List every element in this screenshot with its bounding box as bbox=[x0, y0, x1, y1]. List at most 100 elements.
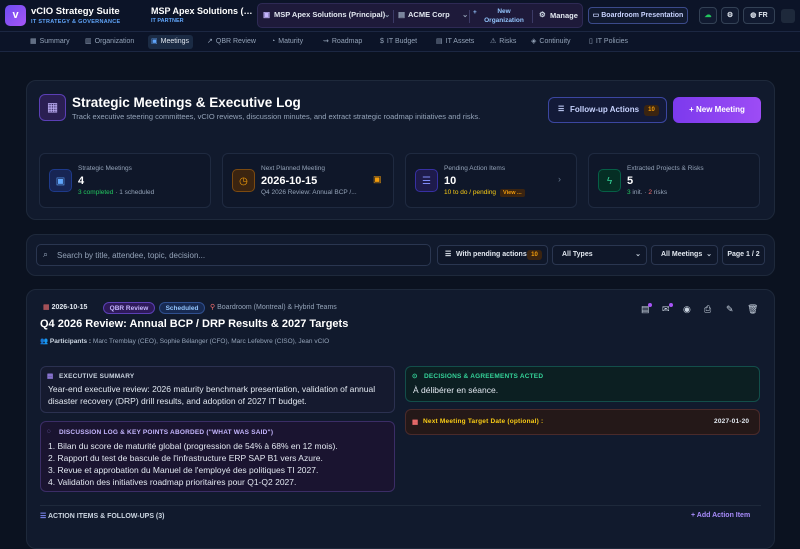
next-meeting-date: 2027-01-20 bbox=[714, 418, 750, 425]
tab-it-policies[interactable]: ▯ IT Policies bbox=[589, 35, 628, 49]
divider bbox=[393, 10, 394, 23]
app-subtitle: IT STRATEGY & GOVERNANCE bbox=[31, 19, 121, 25]
add-action-item-button[interactable]: + Add Action Item bbox=[691, 512, 750, 519]
calendar-icon: ▦ bbox=[412, 419, 419, 426]
boardroom-presentation-button[interactable]: ▭ Boardroom Presentation bbox=[588, 7, 688, 24]
chevron-down-icon: ⌄ bbox=[706, 251, 712, 258]
decisions-box: ⊙ DECISIONS & AGREEMENTS ACTED À délibér… bbox=[405, 366, 760, 402]
plus-icon: + bbox=[473, 9, 477, 16]
check-circle-icon: ⊙ bbox=[412, 373, 418, 380]
warning-icon: ⚠ bbox=[490, 38, 497, 45]
stat-sub: Q4 2026 Review: Annual BCP /... bbox=[261, 189, 357, 196]
tab-label: Meetings bbox=[160, 38, 190, 45]
document-icon: ▤ bbox=[47, 373, 54, 380]
tab-qbr-review[interactable]: ↗ QBR Review bbox=[207, 35, 256, 49]
chat-icon: ◌ bbox=[47, 428, 52, 435]
executive-summary-heading: EXECUTIVE SUMMARY bbox=[59, 373, 135, 380]
tab-label: Risks bbox=[499, 38, 517, 45]
user-avatar[interactable] bbox=[781, 9, 795, 23]
discussion-log-box: ◌ DISCUSSION LOG & KEY POINTS ABORDED ("… bbox=[40, 421, 395, 492]
bolt-icon: ϟ bbox=[598, 169, 621, 192]
tab-maturity[interactable]: ◔ Maturity bbox=[271, 35, 303, 49]
pencil-icon: ✎ bbox=[726, 304, 734, 314]
participants-list: Marc Tremblay (CEO), Sophie Bélanger (CF… bbox=[92, 338, 330, 345]
meetings-select-value: All Meetings bbox=[661, 251, 703, 258]
module-nav: ▦ Summary ▥ Organization ▣ Meetings ↗ QBR Re… bbox=[0, 32, 800, 52]
stat-text: risks bbox=[651, 189, 668, 196]
discussion-item: 1. Bilan du score de maturité global (pr… bbox=[48, 441, 338, 451]
stat-label: Pending Action Items bbox=[444, 165, 506, 172]
new-organization-button[interactable]: + New Organization bbox=[473, 7, 529, 25]
language-toggle[interactable]: ◍ FR bbox=[743, 7, 775, 24]
pagination[interactable]: Page 1 / 2 bbox=[722, 245, 765, 265]
search-input[interactable] bbox=[57, 248, 417, 262]
calendar-icon: ▣ bbox=[151, 38, 158, 45]
stat-pending: 10 to do / pending bbox=[444, 189, 497, 196]
client-select[interactable]: ACME Corp bbox=[408, 10, 450, 19]
app-logo: v bbox=[5, 5, 26, 26]
tab-label: Maturity bbox=[278, 38, 304, 45]
decisions-text: À délibérer en séance. bbox=[413, 385, 499, 395]
settings-button[interactable]: ⚙ bbox=[721, 7, 739, 24]
calendar-icon: ▦ bbox=[39, 94, 66, 121]
app-title: vCIO Strategy Suite bbox=[31, 6, 120, 17]
search-box[interactable]: ⌕ bbox=[36, 244, 431, 266]
tab-roadmap[interactable]: ⇝ Roadmap bbox=[323, 35, 362, 49]
meeting-location-value: Boardroom (Montreal) & Hybrid Teams bbox=[217, 304, 337, 311]
list-icon: ☰ bbox=[40, 513, 47, 520]
view-actions-link[interactable]: View ... bbox=[500, 189, 525, 197]
action-items-label: ACTION ITEMS & FOLLOW-UPS (3) bbox=[47, 513, 165, 520]
tab-organization[interactable]: ▥ Organization bbox=[85, 35, 134, 49]
page-subtitle: Track executive steering committees, vCI… bbox=[72, 112, 481, 121]
tab-label: QBR Review bbox=[215, 38, 256, 45]
delete-button[interactable]: 🗑 bbox=[747, 304, 758, 315]
edit-button[interactable]: ✎ bbox=[726, 304, 734, 315]
tab-continuity[interactable]: ◈ Continuity bbox=[531, 35, 571, 49]
type-select[interactable]: All Types ⌄ bbox=[552, 245, 647, 265]
pending-actions-filter[interactable]: ☰ With pending actions 10 bbox=[437, 245, 548, 265]
stat-completed: 3 completed bbox=[78, 189, 114, 196]
stat-value: 2026-10-15 bbox=[261, 175, 318, 187]
calendar-icon: ▦ bbox=[43, 304, 50, 311]
tab-label: Continuity bbox=[539, 38, 571, 45]
tab-label: IT Assets bbox=[445, 38, 475, 45]
shield-icon: ◈ bbox=[531, 38, 537, 45]
tab-label: Summary bbox=[39, 38, 70, 45]
cloud-sync-button[interactable]: ☁ bbox=[699, 7, 717, 24]
manage-button[interactable]: Manage bbox=[550, 11, 578, 20]
stat-value: 10 bbox=[444, 175, 457, 187]
eye-icon: ◉ bbox=[683, 304, 691, 314]
type-select-value: All Types bbox=[562, 251, 593, 258]
pin-icon: ⚲ bbox=[210, 304, 216, 311]
print-button[interactable]: ⎙ bbox=[704, 304, 711, 315]
trend-icon: ↗ bbox=[207, 38, 213, 45]
new-meeting-button[interactable]: + New Meeting bbox=[673, 97, 761, 123]
stat-sub: 3 completed · 1 scheduled bbox=[78, 189, 154, 196]
people-icon: 👥 bbox=[40, 338, 49, 345]
tab-it-assets[interactable]: ▤ IT Assets bbox=[436, 35, 474, 49]
stat-card-extracted: ϟ Extracted Projects & Risks 5 3 init. ·… bbox=[588, 153, 760, 208]
document-icon: ▯ bbox=[589, 38, 593, 45]
stat-card-pending-actions[interactable]: ☰ Pending Action Items 10 10 to do / pen… bbox=[405, 153, 577, 208]
calendar-icon: ▣ bbox=[373, 174, 382, 184]
stat-scheduled: · 1 scheduled bbox=[113, 189, 155, 196]
tab-meetings[interactable]: ▣ Meetings bbox=[148, 35, 194, 49]
follow-up-actions-button[interactable]: ☰ Follow-up Actions 10 bbox=[548, 97, 667, 123]
msp-select[interactable]: MSP Apex Solutions (Principal) bbox=[274, 10, 385, 19]
dollar-icon: $ bbox=[380, 38, 384, 45]
list-icon: ☰ bbox=[415, 169, 438, 192]
discussion-item: 2. Rapport du test de bascule de l'infra… bbox=[48, 453, 323, 463]
page-title: Strategic Meetings & Executive Log bbox=[72, 95, 301, 110]
view-button[interactable]: ◉ bbox=[683, 304, 691, 315]
meeting-location: ⚲ Boardroom (Montreal) & Hybrid Teams bbox=[210, 302, 337, 314]
executive-summary-box: ▤ EXECUTIVE SUMMARY Year-end executive r… bbox=[40, 366, 395, 413]
tab-risks[interactable]: ⚠ Risks bbox=[490, 35, 516, 49]
next-meeting-box: ▦ Next Meeting Target Date (optional) : … bbox=[405, 409, 760, 435]
stat-card-next-meeting[interactable]: ◷ Next Planned Meeting 2026-10-15 Q4 202… bbox=[222, 153, 394, 208]
top-bar: v vCIO Strategy Suite IT STRATEGY & GOVE… bbox=[0, 0, 800, 32]
new-organization-label: New Organization bbox=[484, 8, 524, 24]
assets-icon: ▤ bbox=[436, 38, 443, 45]
tab-it-budget[interactable]: $ IT Budget bbox=[380, 35, 417, 49]
tab-summary[interactable]: ▦ Summary bbox=[30, 35, 70, 49]
meetings-select[interactable]: All Meetings ⌄ bbox=[651, 245, 718, 265]
